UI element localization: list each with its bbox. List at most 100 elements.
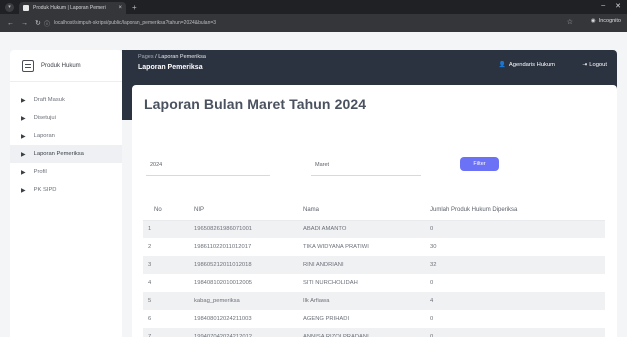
site-info-icon[interactable]: ⓘ — [44, 19, 50, 28]
sidebar-item-draft-masuk[interactable]: ▶ Draft Masuk — [10, 91, 122, 109]
reload-icon[interactable]: ↻ — [35, 19, 41, 27]
column-header-nama[interactable]: Nama — [303, 200, 430, 221]
cell-nama: Ilk Arfiawa — [303, 292, 430, 310]
window-controls: – ✕ — [601, 2, 621, 10]
caret-right-icon: ▶ — [21, 187, 26, 194]
table-row: 4 198408102010012005 SITI NURCHOLIDAH 0 — [143, 274, 605, 292]
table-row: 2 198611022011012017 TIKA WIDYANA PRATIW… — [143, 238, 605, 256]
column-header-nip[interactable]: NIP — [194, 200, 303, 221]
user-menu[interactable]: 👤 Agendaris Hukum — [499, 62, 555, 68]
brand-name: Produk Hukum — [41, 62, 81, 69]
caret-right-icon: ▶ — [21, 115, 26, 122]
url-text: localhost/simpuh-skripsi/public/laporan_… — [54, 20, 217, 26]
page-title: Laporan Pemeriksa — [138, 64, 203, 71]
cell-no: 1 — [143, 220, 194, 238]
cell-nip: 198605212011012018 — [194, 256, 303, 274]
breadcrumb-root[interactable]: Pages — [138, 54, 154, 60]
top-header: Pages / Laporan Pemeriksa Laporan Pemeri… — [122, 50, 617, 82]
cell-nip: 198611022011012017 — [194, 244, 252, 250]
cell-no: 2 — [148, 244, 152, 250]
sidebar-menu: ▶ Draft Masuk ▶ Disetujui ▶ Laporan ▶ La… — [10, 82, 122, 199]
new-tab-button[interactable]: + — [132, 3, 137, 12]
sidebar-item-laporan-pemeriksa[interactable]: ▶ Laporan Pemeriksa — [10, 145, 122, 163]
cell-jumlah: 0 — [430, 316, 434, 322]
cell-jumlah: 0 — [430, 220, 605, 238]
cell-nama: SITI NURCHOLIDAH — [303, 280, 358, 286]
cell-jumlah: 0 — [430, 328, 605, 337]
cell-nip: 198408012024211003 — [194, 316, 252, 322]
sidebar-item-label: PK SIPD — [33, 187, 57, 193]
tab-search-icon[interactable]: ▾ — [5, 2, 14, 12]
caret-right-icon: ▶ — [21, 151, 26, 158]
tab-title: Produk Hukum | Laporan Pemeri — [33, 5, 106, 11]
logout-button[interactable]: ⇥ Logout — [582, 62, 607, 68]
browser-tab-bar: ▾ Produk Hukum | Laporan Pemeri × + – ✕ — [0, 0, 627, 14]
cell-nama: ABADI AMANTO — [303, 220, 430, 238]
column-header-no[interactable]: No — [143, 200, 194, 221]
sidebar-item-label: Disetujui — [33, 115, 56, 121]
cell-nip: 199407042024212012 — [194, 328, 303, 337]
caret-right-icon: ▶ — [21, 97, 26, 104]
cell-nama: ANNISA RIZQI PRADANI — [303, 328, 430, 337]
caret-right-icon: ▶ — [21, 169, 26, 176]
cell-jumlah: 4 — [430, 292, 605, 310]
table-row: 5 kabag_pemeriksa Ilk Arfiawa 4 — [143, 292, 605, 310]
report-title: Laporan Bulan Maret Tahun 2024 — [144, 96, 367, 112]
cell-jumlah: 30 — [430, 244, 437, 250]
forward-icon[interactable]: → — [21, 20, 28, 27]
table-row: 6 198408012024211003 AGENG PRIHADI 0 — [143, 310, 605, 328]
incognito-badge[interactable]: ◉ Incognito — [591, 18, 621, 24]
sidebar-brand[interactable]: Produk Hukum — [10, 50, 122, 82]
sidebar-item-profil[interactable]: ▶ Profil — [10, 163, 122, 181]
minimize-icon[interactable]: – — [601, 2, 605, 10]
month-select[interactable]: Maret — [311, 155, 421, 176]
incognito-label: Incognito — [598, 18, 621, 24]
sidebar-item-label: Laporan — [33, 133, 55, 139]
user-icon: 👤 — [498, 62, 506, 68]
bookmark-star-icon[interactable]: ☆ — [567, 18, 573, 26]
report-card: Laporan Bulan Maret Tahun 2024 2024 Mare… — [132, 85, 617, 337]
report-table: No NIP Nama Jumlah Produk Hukum Diperiks… — [143, 200, 605, 337]
sidebar-item-label: Draft Masuk — [33, 97, 65, 103]
cell-nama: TIKA WIDYANA PRATIWI — [303, 244, 369, 250]
logout-icon: ⇥ — [582, 62, 588, 68]
year-input[interactable]: 2024 — [146, 155, 270, 176]
cell-no: 4 — [148, 280, 152, 286]
tab-favicon-icon — [23, 5, 29, 11]
browser-tab[interactable]: Produk Hukum | Laporan Pemeri × — [19, 2, 126, 14]
breadcrumb-current: Laporan Pemeriksa — [158, 54, 206, 60]
sidebar: Produk Hukum ▶ Draft Masuk ▶ Disetujui ▶… — [10, 50, 122, 337]
column-header-jumlah[interactable]: Jumlah Produk Hukum Diperiksa — [430, 200, 605, 221]
cell-jumlah: 32 — [430, 256, 605, 274]
sidebar-item-disetujui[interactable]: ▶ Disetujui — [10, 109, 122, 127]
cell-no: 3 — [143, 256, 194, 274]
back-icon[interactable]: ← — [7, 20, 14, 27]
caret-right-icon: ▶ — [21, 133, 26, 140]
tab-close-icon[interactable]: × — [118, 5, 122, 11]
sidebar-item-laporan[interactable]: ▶ Laporan — [10, 127, 122, 145]
filter-button[interactable]: Filter — [460, 157, 499, 171]
cell-nama: RINI ANDRIANI — [303, 256, 430, 274]
close-window-icon[interactable]: ✕ — [615, 2, 621, 10]
url-field[interactable]: ⓘ localhost/simpuh-skripsi/public/lapora… — [44, 17, 545, 29]
cell-nip: kabag_pemeriksa — [194, 292, 303, 310]
table-row: 3 198605212011012018 RINI ANDRIANI 32 — [143, 256, 605, 274]
breadcrumb-separator: / — [155, 54, 157, 60]
cell-nama: AGENG PRIHADI — [303, 316, 350, 322]
user-name: Agendaris Hukum — [508, 62, 555, 68]
sidebar-item-label: Laporan Pemeriksa — [33, 151, 84, 157]
sidebar-item-label: Profil — [33, 169, 47, 175]
address-bar: ← → ↻ ⓘ localhost/simpuh-skripsi/public/… — [0, 14, 627, 32]
document-icon — [22, 59, 34, 72]
sidebar-item-pk-sipd[interactable]: ▶ PK SIPD — [10, 181, 122, 199]
incognito-icon: ◉ — [590, 18, 596, 24]
cell-no: 5 — [143, 292, 194, 310]
logout-label: Logout — [589, 62, 607, 68]
cell-no: 6 — [148, 316, 152, 322]
cell-nip: 198408102010012005 — [194, 280, 253, 286]
cell-no: 7 — [143, 328, 194, 337]
table-row: 7 199407042024212012 ANNISA RIZQI PRADAN… — [143, 328, 605, 337]
cell-nip: 196508261986071001 — [194, 220, 303, 238]
breadcrumb: Pages / Laporan Pemeriksa — [138, 54, 206, 60]
table-row: 1 196508261986071001 ABADI AMANTO 0 — [143, 220, 605, 238]
